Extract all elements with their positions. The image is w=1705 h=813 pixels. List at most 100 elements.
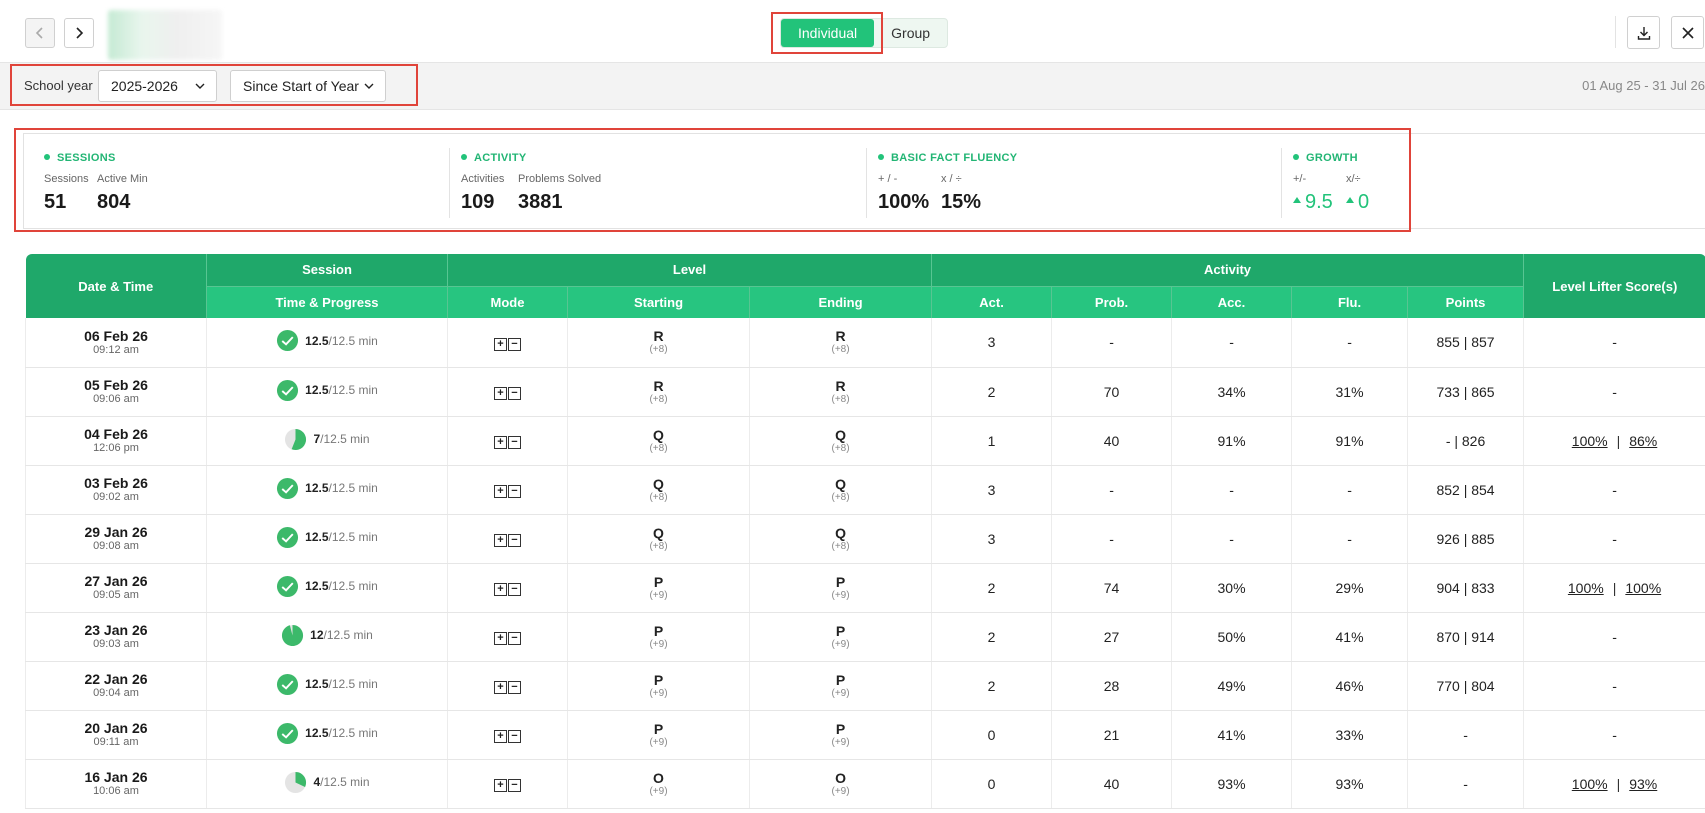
cell-starting-level: P (+9)	[567, 563, 750, 613]
date: 03 Feb 26	[84, 475, 148, 491]
check-circle-icon	[277, 575, 299, 597]
cell-level-lifter: -	[1523, 710, 1705, 760]
school-year-select[interactable]: 2025-2026	[98, 70, 217, 102]
tab-group[interactable]: Group	[874, 19, 947, 47]
cell-starting-level: R (+8)	[567, 367, 750, 417]
cell-date-time: 23 Jan 26 09:03 am	[25, 612, 207, 662]
progress-text: 12.5/12.5 min	[305, 677, 378, 691]
cell-prob: -	[1051, 465, 1173, 515]
filter-bar: School year 2025-2026 Since Start of Yea…	[0, 63, 1705, 110]
cell-ending-level: P (+9)	[749, 612, 933, 662]
cell-level-lifter: -	[1523, 367, 1705, 417]
cell-mode: + −	[447, 661, 568, 711]
cell-mode: + −	[447, 710, 568, 760]
cell-time-progress: 4/12.5 min	[206, 759, 448, 809]
level-lifter-score-link[interactable]: 100%	[1568, 580, 1604, 596]
progress-of: /12.5 min	[320, 432, 370, 446]
toolbar-divider	[1615, 16, 1616, 48]
cell-flu: 29%	[1291, 563, 1409, 613]
mode-add-subtract-icon: + −	[494, 583, 521, 596]
progress-pie-icon	[285, 771, 307, 793]
header-starting[interactable]: Starting	[567, 285, 750, 318]
back-button[interactable]	[25, 18, 55, 48]
cell-points: 852 | 854	[1407, 465, 1525, 515]
progress-of: /12.5 min	[328, 383, 378, 397]
cell-prob: 28	[1051, 661, 1173, 711]
table-row[interactable]: 29 Jan 26 09:08 am 12.5/12.5 min + − Q (+…	[25, 514, 1705, 564]
top-bar: Individual Group	[0, 0, 1705, 63]
level-lifter-score-link[interactable]: 93%	[1629, 776, 1657, 792]
cell-acc: 49%	[1171, 661, 1293, 711]
level-lifter-score-link[interactable]: 86%	[1629, 433, 1657, 449]
starting-level: Q	[653, 524, 664, 541]
cell-prob: 21	[1051, 710, 1173, 760]
table-row[interactable]: 22 Jan 26 09:04 am 12.5/12.5 min + − P (+…	[25, 661, 1705, 711]
header-time-progress[interactable]: Time & Progress	[206, 285, 448, 318]
ending-level: R	[835, 328, 846, 345]
header-prob[interactable]: Prob.	[1051, 285, 1173, 318]
level-lifter-score-link[interactable]: 100%	[1572, 776, 1608, 792]
cell-act: 0	[931, 759, 1053, 809]
mode-add-subtract-icon: + −	[494, 337, 521, 351]
cell-mode: + −	[447, 416, 568, 466]
progress-done: 12.5	[305, 726, 329, 740]
cell-prob: 74	[1051, 563, 1173, 613]
close-button[interactable]	[1671, 16, 1704, 49]
header-act[interactable]: Act.	[931, 285, 1053, 318]
ending-level: Q	[835, 524, 846, 541]
mode-add-subtract-icon: + −	[494, 436, 521, 449]
progress-text: 12.5/12.5 min	[305, 579, 378, 593]
download-button[interactable]	[1627, 16, 1660, 49]
starting-level: O	[653, 769, 664, 786]
header-ending[interactable]: Ending	[749, 285, 933, 318]
table-row[interactable]: 20 Jan 26 09:11 am 12.5/12.5 min + − P (+…	[25, 710, 1705, 760]
cell-time-progress: 12.5/12.5 min	[206, 710, 448, 760]
header-flu[interactable]: Flu.	[1291, 285, 1409, 318]
level-lifter-score-link[interactable]: 100%	[1572, 433, 1608, 449]
starting-level: R	[653, 377, 664, 394]
date-range: 01 Aug 25 - 31 Jul 26	[1582, 78, 1705, 93]
cell-act: 1	[931, 416, 1053, 466]
level-lifter-score-link[interactable]: 100%	[1625, 580, 1661, 596]
forward-button[interactable]	[64, 18, 94, 48]
tab-individual[interactable]: Individual	[781, 19, 875, 47]
header-date-time[interactable]: Date & Time	[25, 254, 207, 318]
progress-of: /12.5 min	[328, 481, 378, 495]
table-row[interactable]: 16 Jan 26 10:06 am 4/12.5 min + − O (+9) …	[25, 759, 1705, 809]
range-select[interactable]: Since Start of Year	[230, 70, 386, 102]
table-row[interactable]: 04 Feb 26 12:06 pm 7/12.5 min + − Q (+8) …	[25, 416, 1705, 466]
check-circle-icon	[277, 526, 299, 548]
ending-level-sub: (+8)	[831, 344, 850, 356]
progress-of: /12.5 min	[320, 775, 370, 789]
header-level-lifter[interactable]: Level Lifter Score(s)	[1523, 254, 1705, 318]
check-circle-icon	[277, 477, 299, 499]
stat-fluency: BASIC FACT FLUENCY + / - 100% x / ÷ 15%	[878, 134, 1258, 230]
ending-level-sub: (+9)	[831, 687, 850, 699]
cell-level-lifter: -	[1523, 612, 1705, 662]
table-row[interactable]: 23 Jan 26 09:03 am 12/12.5 min + − P (+9)…	[25, 612, 1705, 662]
cell-ending-level: Q (+8)	[749, 465, 933, 515]
cell-flu: 41%	[1291, 612, 1409, 662]
cell-mode: + −	[447, 514, 568, 564]
table-row[interactable]: 05 Feb 26 09:06 am 12.5/12.5 min + − R (+…	[25, 367, 1705, 417]
cell-mode: + −	[447, 612, 568, 662]
header-acc[interactable]: Acc.	[1171, 285, 1293, 318]
cell-prob: -	[1051, 514, 1173, 564]
table-row[interactable]: 03 Feb 26 09:02 am 12.5/12.5 min + − Q (+…	[25, 465, 1705, 515]
cell-mode: + −	[447, 465, 568, 515]
close-icon	[1681, 26, 1694, 39]
cell-mode: + −	[447, 367, 568, 417]
header-mode[interactable]: Mode	[447, 285, 568, 318]
header-session: Session	[206, 254, 448, 286]
header-points[interactable]: Points	[1407, 285, 1525, 318]
progress-pie-icon	[285, 428, 307, 450]
cell-date-time: 03 Feb 26 09:02 am	[25, 465, 207, 515]
table-row[interactable]: 27 Jan 26 09:05 am 12.5/12.5 min + − P (+…	[25, 563, 1705, 613]
stat-value: 100%	[878, 191, 930, 213]
progress-done: 12	[310, 628, 324, 642]
header-activity: Activity	[931, 254, 1525, 286]
chevron-down-icon	[195, 83, 205, 89]
stat-divider	[1281, 148, 1282, 218]
table-row[interactable]: 06 Feb 26 09:12 am 12.5/12.5 min + − R (+…	[25, 318, 1705, 368]
ending-level: P	[835, 622, 846, 639]
